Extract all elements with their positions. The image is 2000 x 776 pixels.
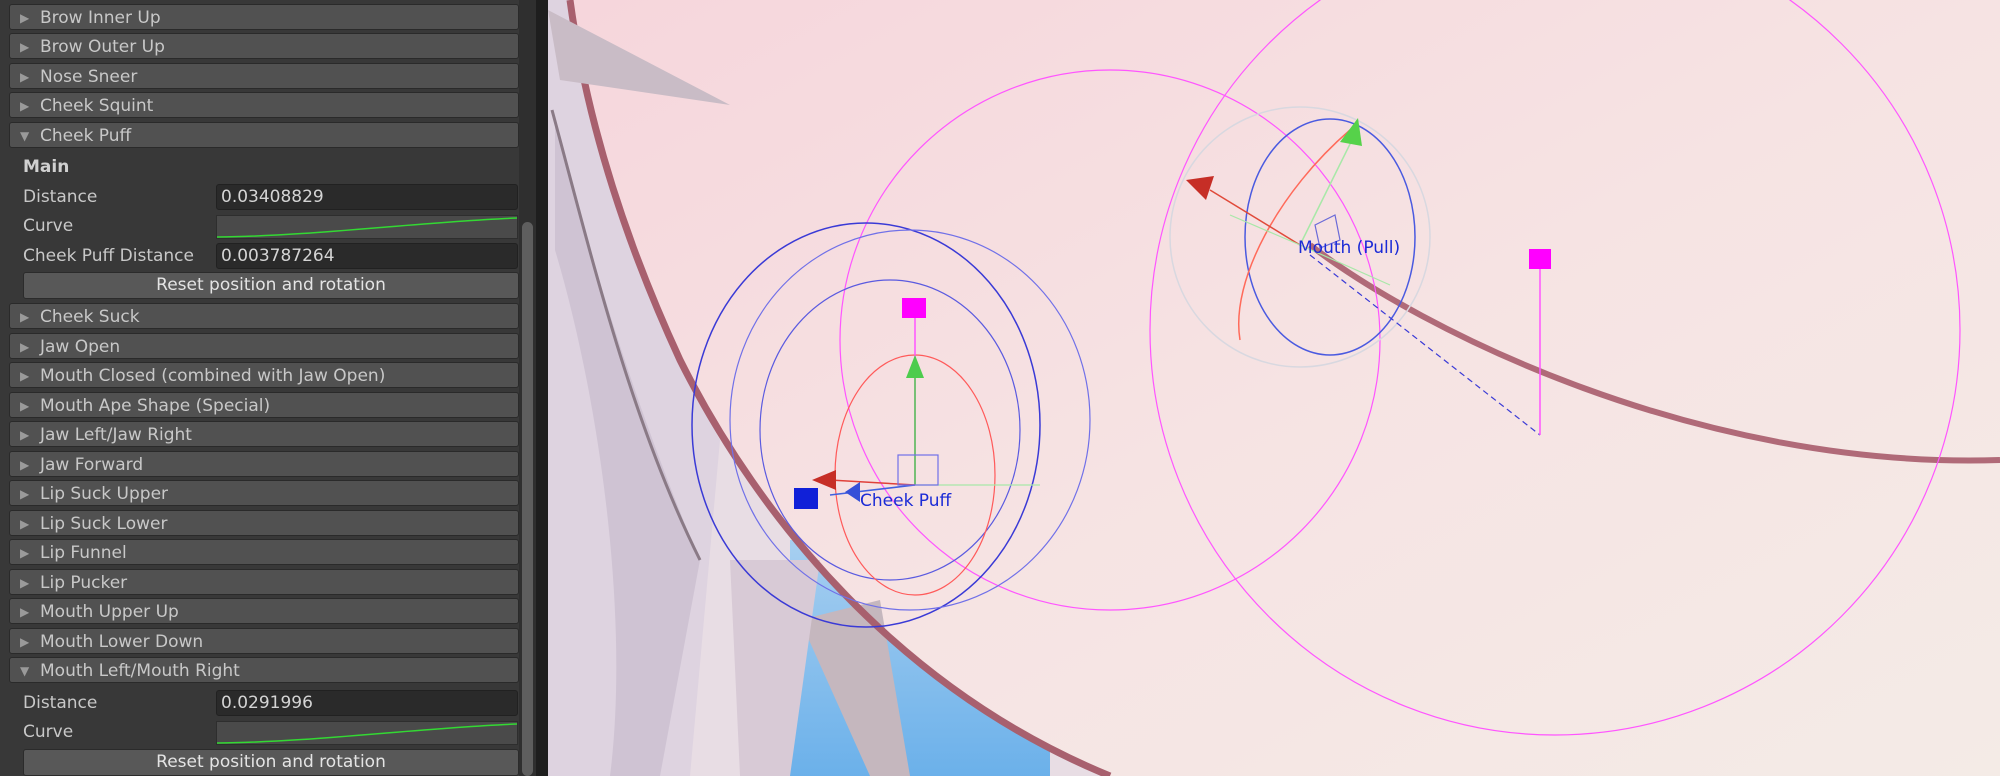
- mouth-pull-handle[interactable]: [1529, 249, 1551, 269]
- collapsed-arrow-icon: ▶: [20, 11, 30, 25]
- distance-label: Distance: [23, 693, 98, 713]
- cheek-puff-distance-label: Cheek Puff Distance: [23, 246, 194, 266]
- expanded-arrow-icon: ▼: [20, 129, 30, 143]
- collapsed-arrow-icon: ▶: [20, 576, 30, 590]
- collapsed-arrow-icon: ▶: [20, 635, 30, 649]
- cheek-puff-distance-field[interactable]: 0.003787264: [216, 243, 518, 269]
- foldout-mouth-left-right[interactable]: ▼ Mouth Left/Mouth Right: [9, 657, 519, 683]
- foldout-label: Jaw Open: [40, 337, 121, 357]
- foldout-label: Mouth Lower Down: [40, 632, 204, 652]
- cheek-puff-origin-handle[interactable]: [794, 488, 818, 509]
- foldout-cheek-puff[interactable]: ▼ Cheek Puff: [9, 122, 519, 148]
- collapsed-arrow-icon: ▶: [20, 340, 30, 354]
- foldout-lip-suck-lower[interactable]: ▶ Lip Suck Lower: [9, 510, 519, 536]
- foldout-jaw-left-right[interactable]: ▶ Jaw Left/Jaw Right: [9, 421, 519, 447]
- curve-graph: [217, 723, 517, 744]
- viewport-divider: [536, 0, 548, 776]
- collapsed-arrow-icon: ▶: [20, 40, 30, 54]
- foldout-lip-funnel[interactable]: ▶ Lip Funnel: [9, 539, 519, 565]
- foldout-lip-pucker[interactable]: ▶ Lip Pucker: [9, 569, 519, 595]
- curve-label: Curve: [23, 722, 74, 742]
- curve-field[interactable]: [216, 215, 518, 239]
- mouth-pull-gizmo-label: Mouth (Pull): [1298, 238, 1400, 258]
- collapsed-arrow-icon: ▶: [20, 399, 30, 413]
- foldout-label: Jaw Left/Jaw Right: [40, 425, 192, 445]
- foldout-brow-inner-up[interactable]: ▶ Brow Inner Up: [9, 4, 519, 30]
- foldout-cheek-suck[interactable]: ▶ Cheek Suck: [9, 303, 519, 329]
- foldout-brow-outer-up[interactable]: ▶ Brow Outer Up: [9, 33, 519, 59]
- foldout-mouth-closed[interactable]: ▶ Mouth Closed (combined with Jaw Open): [9, 362, 519, 388]
- foldout-mouth-lower-down[interactable]: ▶ Mouth Lower Down: [9, 628, 519, 654]
- foldout-cheek-squint[interactable]: ▶ Cheek Squint: [9, 92, 519, 118]
- scrollbar-thumb[interactable]: [522, 222, 533, 776]
- cheek-puff-gizmo-label: Cheek Puff: [860, 491, 953, 511]
- foldout-label: Cheek Squint: [40, 96, 154, 116]
- mouth-distance-field[interactable]: 0.0291996: [216, 690, 518, 716]
- collapsed-arrow-icon: ▶: [20, 605, 30, 619]
- foldout-label: Cheek Puff: [40, 126, 132, 146]
- foldout-mouth-upper-up[interactable]: ▶ Mouth Upper Up: [9, 598, 519, 624]
- collapsed-arrow-icon: ▶: [20, 487, 30, 501]
- scene-viewport[interactable]: Cheek Puff Mouth (Pull): [548, 0, 2000, 776]
- foldout-label: Mouth Left/Mouth Right: [40, 661, 240, 681]
- foldout-mouth-ape-shape[interactable]: ▶ Mouth Ape Shape (Special): [9, 392, 519, 418]
- distance-label: Distance: [23, 187, 98, 207]
- expanded-arrow-icon: ▼: [20, 664, 30, 678]
- distance-field[interactable]: 0.03408829: [216, 184, 518, 210]
- collapsed-arrow-icon: ▶: [20, 428, 30, 442]
- foldout-label: Jaw Forward: [40, 455, 144, 475]
- collapsed-arrow-icon: ▶: [20, 369, 30, 383]
- foldout-label: Lip Pucker: [40, 573, 128, 593]
- collapsed-arrow-icon: ▶: [20, 546, 30, 560]
- section-main-label: Main: [23, 157, 70, 177]
- collapsed-arrow-icon: ▶: [20, 517, 30, 531]
- mouth-curve-field[interactable]: [216, 721, 518, 745]
- collapsed-arrow-icon: ▶: [20, 70, 30, 84]
- foldout-jaw-open[interactable]: ▶ Jaw Open: [9, 333, 519, 359]
- curve-label: Curve: [23, 216, 74, 236]
- foldout-label: Lip Suck Upper: [40, 484, 169, 504]
- inspector-scrollbar[interactable]: [519, 0, 536, 776]
- collapsed-arrow-icon: ▶: [20, 458, 30, 472]
- foldout-label: Mouth Upper Up: [40, 602, 179, 622]
- inspector-panel: ▶ Brow Inner Up ▶ Brow Outer Up ▶ Nose S…: [0, 0, 536, 776]
- foldout-label: Mouth Closed (combined with Jaw Open): [40, 366, 386, 386]
- foldout-label: Nose Sneer: [40, 67, 138, 87]
- mouth-reset-position-button[interactable]: Reset position and rotation: [23, 749, 519, 776]
- reset-position-button[interactable]: Reset position and rotation: [23, 272, 519, 299]
- foldout-label: Mouth Ape Shape (Special): [40, 396, 271, 416]
- collapsed-arrow-icon: ▶: [20, 99, 30, 113]
- cheek-puff-handle[interactable]: [902, 298, 926, 318]
- foldout-label: Brow Outer Up: [40, 37, 165, 57]
- scene-canvas: Cheek Puff Mouth (Pull): [548, 0, 2000, 776]
- foldout-label: Lip Suck Lower: [40, 514, 168, 534]
- foldout-nose-sneer[interactable]: ▶ Nose Sneer: [9, 63, 519, 89]
- foldout-label: Lip Funnel: [40, 543, 127, 563]
- foldout-label: Cheek Suck: [40, 307, 140, 327]
- curve-graph: [217, 217, 517, 238]
- foldout-label: Brow Inner Up: [40, 8, 161, 28]
- foldout-lip-suck-upper[interactable]: ▶ Lip Suck Upper: [9, 480, 519, 506]
- collapsed-arrow-icon: ▶: [20, 310, 30, 324]
- foldout-jaw-forward[interactable]: ▶ Jaw Forward: [9, 451, 519, 477]
